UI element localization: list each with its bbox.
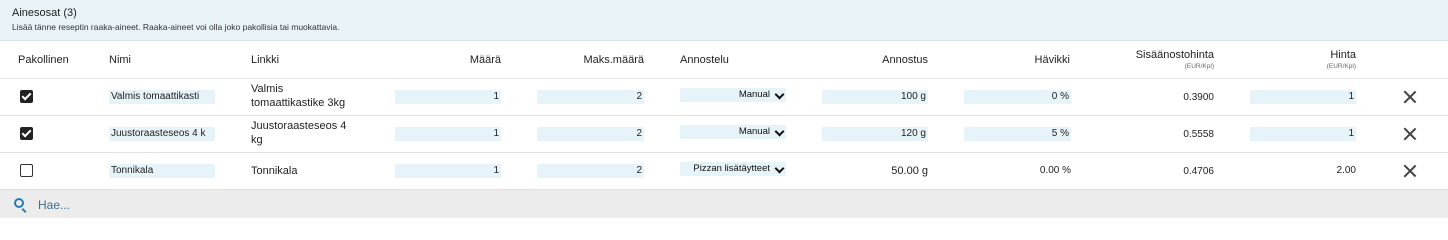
name-field[interactable]: Valmis tomaattikasti	[109, 90, 215, 104]
chevron-down-icon	[774, 126, 785, 137]
col-header-nimi: Nimi	[109, 54, 131, 66]
portion-field[interactable]: 100 g	[822, 90, 928, 104]
table-row: Tonnikala Tonnikala 1 2 Pizzan lisätäytt…	[0, 153, 1448, 190]
link-text-line1: Tonnikala	[251, 165, 298, 177]
price-field[interactable]: 1	[1250, 90, 1356, 104]
table-row: Valmis tomaattikasti Valmis tomaattikast…	[0, 79, 1448, 116]
max-amount-field[interactable]: 2	[537, 90, 644, 104]
ingredient-search-bar	[0, 190, 1448, 218]
chevron-down-icon	[774, 89, 785, 100]
search-icon	[14, 198, 24, 208]
amount-field[interactable]: 1	[395, 127, 501, 141]
section-title: Ainesosat (3)	[12, 7, 77, 19]
col-header-sisaanostohinta: Sisäänostohinta (EUR/Kpl)	[1110, 49, 1214, 70]
dosing-select[interactable]: Manual	[680, 125, 786, 139]
col-header-sisaanostohinta-unit: (EUR/Kpl)	[1184, 63, 1214, 70]
mandatory-checkbox[interactable]	[20, 164, 33, 177]
link-text: Juustoraasteseos 4 kg	[251, 119, 346, 147]
col-header-sisaanostohinta-label: Sisäänostohinta	[1135, 49, 1214, 61]
amount-field[interactable]: 1	[395, 164, 501, 178]
price-text: 2.00	[1336, 165, 1356, 176]
dosing-select-value: Manual	[738, 89, 770, 100]
col-header-annostelu: Annostelu	[680, 54, 729, 66]
max-amount-field[interactable]: 2	[537, 127, 644, 141]
col-header-hinta-label: Hinta	[1330, 49, 1356, 61]
remove-row-close-icon[interactable]	[1403, 127, 1417, 141]
search-input[interactable]	[38, 197, 438, 213]
col-header-havikki: Hävikki	[1034, 54, 1070, 66]
remove-row-close-icon[interactable]	[1403, 90, 1417, 104]
chevron-down-icon	[774, 163, 785, 174]
max-amount-field[interactable]: 2	[537, 164, 644, 178]
col-header-linkki: Linkki	[251, 54, 280, 66]
portion-field[interactable]: 120 g	[822, 127, 928, 141]
purchase-price-text: 0.5558	[1183, 129, 1214, 140]
col-header-annostus: Annostus	[882, 54, 928, 66]
purchase-price-text: 0.4706	[1183, 166, 1214, 177]
dosing-select[interactable]: Pizzan lisätäytteet	[680, 162, 786, 176]
price-field[interactable]: 1	[1250, 127, 1356, 141]
name-field[interactable]: Tonnikala	[109, 164, 215, 178]
table-row: Juustoraasteseos 4 k Juustoraasteseos 4 …	[0, 116, 1448, 153]
col-header-maks-maara: Maks.määrä	[583, 54, 644, 66]
purchase-price-text: 0.3900	[1183, 92, 1214, 103]
dosing-select-value: Manual	[738, 126, 770, 137]
remove-row-close-icon[interactable]	[1403, 164, 1417, 178]
link-text: Tonnikala	[251, 164, 297, 178]
amount-field[interactable]: 1	[395, 90, 501, 104]
link-text: Valmis tomaattikastike 3kg	[251, 82, 345, 110]
link-text-line2: tomaattikastike 3kg	[251, 97, 346, 109]
col-header-hinta-unit: (EUR/Kpl)	[1326, 63, 1356, 70]
waste-text: 0.00 %	[1039, 165, 1071, 176]
link-text-line2: kg	[251, 134, 263, 146]
dosing-select[interactable]: Manual	[680, 88, 786, 102]
section-subtitle: Lisää tänne reseptin raaka-aineet. Raaka…	[12, 22, 340, 32]
ingredients-section-header: Ainesosat (3) Lisää tänne reseptin raaka…	[0, 0, 1448, 41]
portion-text: 50.00 g	[891, 165, 928, 177]
name-field[interactable]: Juustoraasteseos 4 k	[109, 127, 215, 141]
dosing-select-value: Pizzan lisätäytteet	[693, 163, 770, 174]
link-text-line1: Juustoraasteseos 4	[251, 120, 347, 132]
col-header-maara: Määrä	[469, 54, 501, 66]
mandatory-checkbox[interactable]	[20, 90, 33, 103]
link-text-line1: Valmis	[251, 83, 284, 95]
mandatory-checkbox[interactable]	[20, 127, 33, 140]
table-header: Pakollinen Nimi Linkki Määrä Maks.määrä …	[0, 41, 1448, 79]
waste-field[interactable]: 5 %	[964, 127, 1071, 141]
waste-field[interactable]: 0 %	[964, 90, 1071, 104]
col-header-hinta: Hinta (EUR/Kpl)	[1270, 49, 1356, 70]
col-header-pakollinen: Pakollinen	[18, 54, 69, 66]
